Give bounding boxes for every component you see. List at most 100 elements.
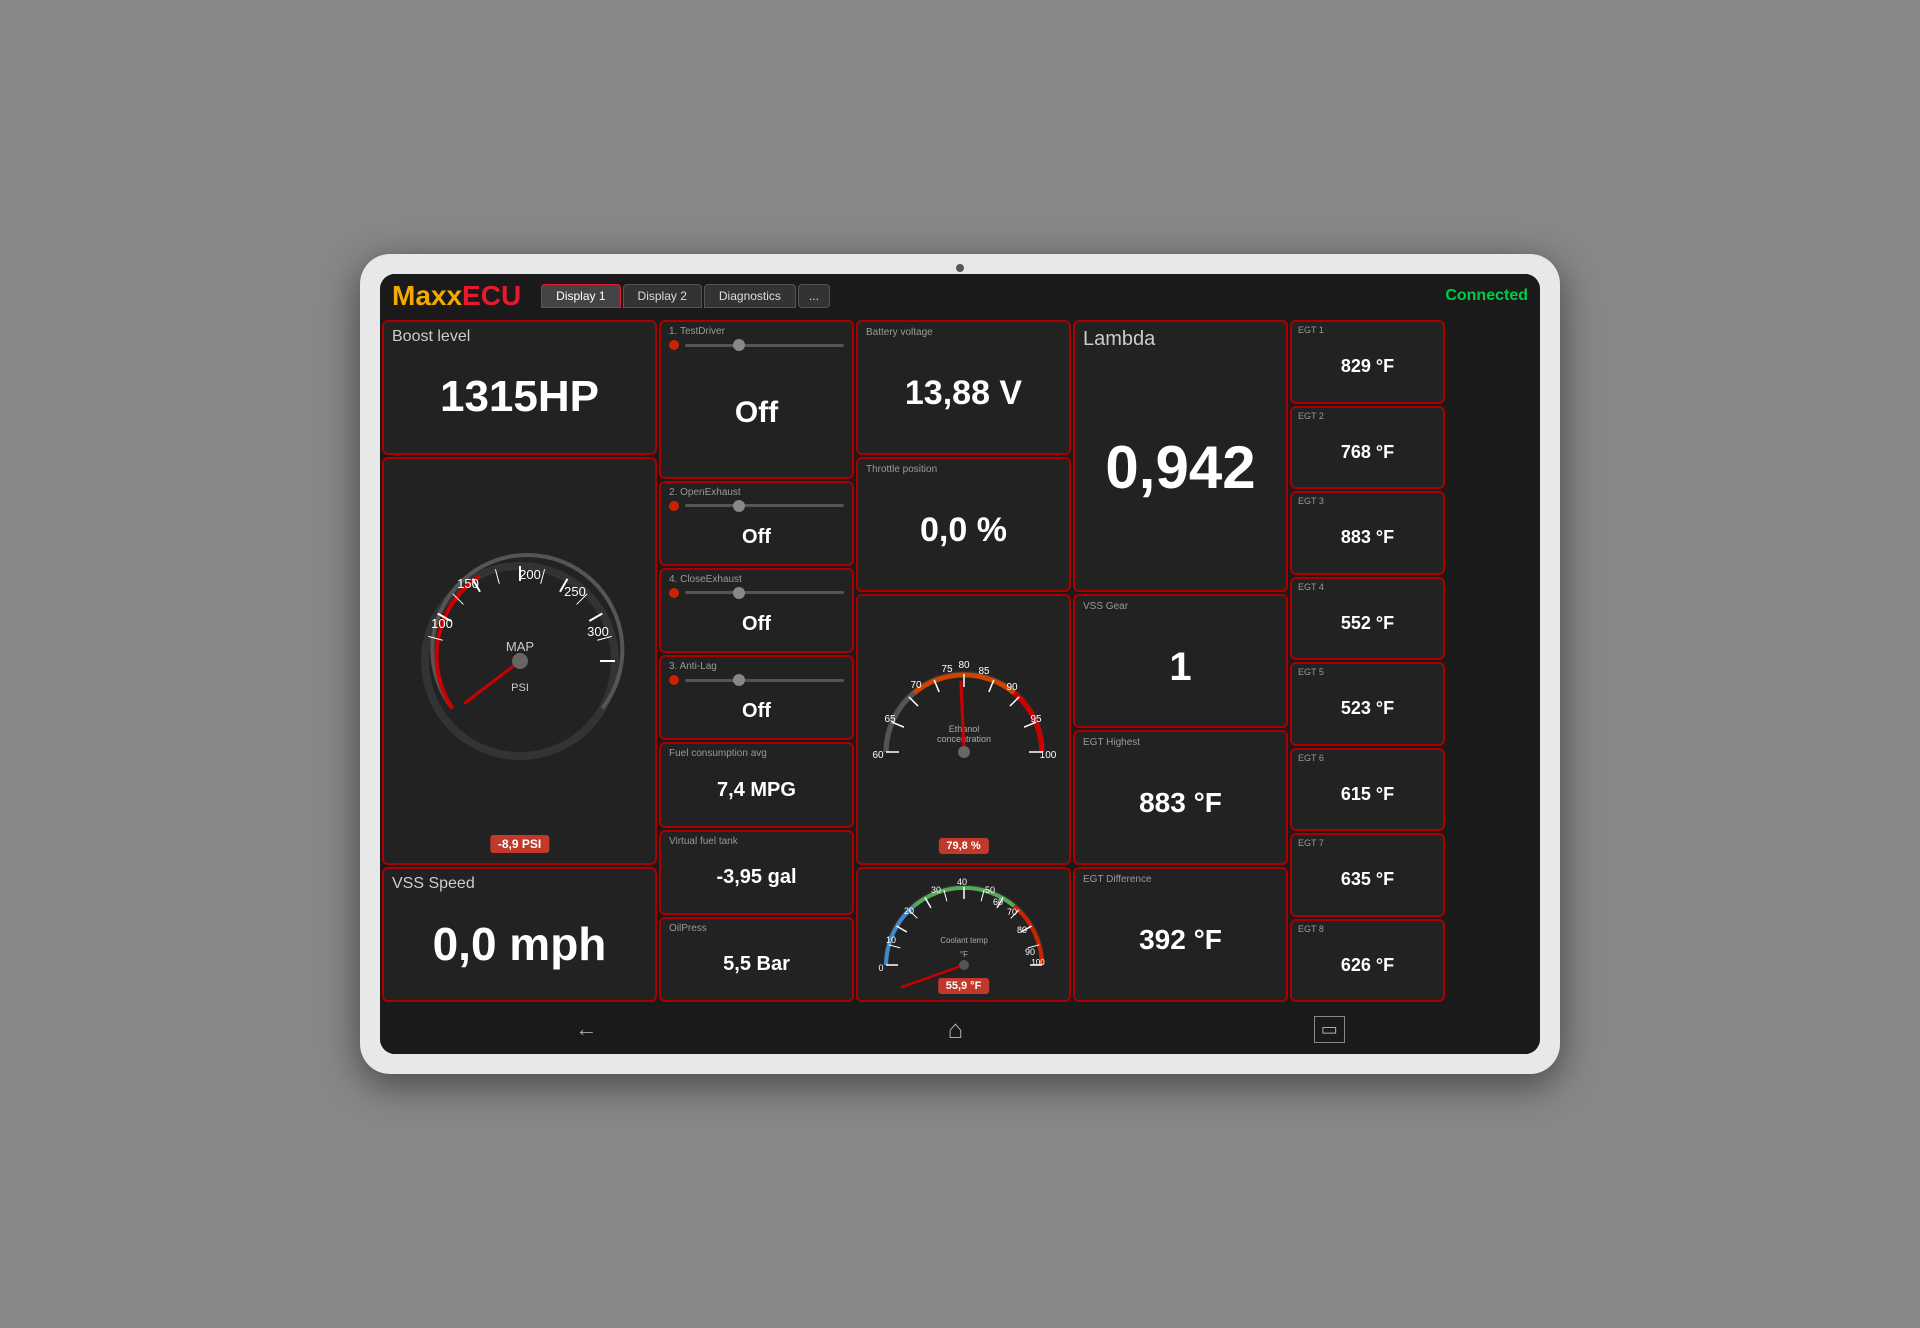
egt4-cell: EGT 4552 °F — [1290, 577, 1445, 661]
svg-text:20: 20 — [903, 906, 913, 916]
egt1-label: EGT 1 — [1298, 325, 1437, 335]
testdriver-dot — [669, 340, 679, 350]
egt6-label: EGT 6 — [1298, 753, 1437, 763]
tab-bar: Display 1 Display 2 Diagnostics ... — [541, 284, 1445, 308]
col2-container: 1. TestDriverOff2. OpenExhaustOff4. Clos… — [659, 320, 854, 1002]
svg-text:60: 60 — [992, 897, 1002, 907]
coolant-gauge-svg: 0 10 20 30 40 Coolant temp 50 60 70 80 9… — [869, 875, 1059, 995]
svg-text:100: 100 — [431, 616, 453, 631]
col5-container: EGT 1829 °FEGT 2768 °FEGT 3883 °FEGT 455… — [1290, 320, 1445, 1002]
close-exhaust-label: 4. CloseExhaust — [669, 574, 844, 585]
svg-text:Coolant temp: Coolant temp — [940, 936, 988, 945]
svg-text:90: 90 — [1006, 682, 1018, 693]
anti-lag-track — [685, 679, 844, 682]
vss-speed-label: VSS Speed — [392, 874, 647, 893]
egt7-cell: EGT 7635 °F — [1290, 833, 1445, 917]
tab-display2[interactable]: Display 2 — [623, 284, 702, 308]
svg-text:10: 10 — [885, 935, 895, 945]
logo-ecu: ECU — [462, 280, 521, 311]
lambda-corrb-value: 392 °F — [1083, 886, 1278, 995]
svg-text:30: 30 — [930, 885, 940, 895]
fuel-consumption-label: Fuel consumption avg — [669, 748, 844, 759]
svg-text:MAP: MAP — [505, 639, 533, 654]
ethanol-gauge-badge: 79,8 % — [938, 838, 988, 854]
virtual-fuel-tank-value: -3,95 gal — [669, 847, 844, 909]
close-exhaust-track — [685, 591, 844, 594]
egt8-label: EGT 8 — [1298, 924, 1437, 934]
svg-text:°F: °F — [959, 950, 967, 959]
svg-text:85: 85 — [978, 666, 990, 677]
battery-value: 13,88 V — [866, 339, 1061, 448]
lambda-cell: Lambda 0,942 — [1073, 320, 1288, 592]
svg-text:80: 80 — [1016, 925, 1026, 935]
home-button[interactable]: ⌂ — [948, 1014, 964, 1045]
recent-apps-button[interactable]: ▭ — [1314, 1016, 1345, 1043]
anti-lag-label: 3. Anti-Lag — [669, 661, 844, 672]
egt5-value: 523 °F — [1298, 677, 1437, 741]
close-exhaust-value: Off — [669, 602, 844, 647]
egt8-value: 626 °F — [1298, 934, 1437, 998]
svg-text:80: 80 — [958, 660, 970, 671]
map-gauge-cell: 50 100 150 200 250 300 MAP PSI — [382, 457, 657, 865]
fuel-consumption-value: 7,4 MPG — [669, 759, 844, 821]
anti-lag-switch — [669, 675, 844, 685]
top-bar: MaxxECU Display 1 Display 2 Diagnostics … — [380, 274, 1540, 318]
open-exhaust-track — [685, 504, 844, 507]
egt2-cell: EGT 2768 °F — [1290, 406, 1445, 490]
close-exhaust-switch — [669, 588, 844, 598]
egt4-value: 552 °F — [1298, 592, 1437, 656]
svg-text:PSI: PSI — [511, 682, 529, 694]
testdriver-cell: 1. TestDriver Off — [659, 320, 854, 479]
tablet-frame: MaxxECU Display 1 Display 2 Diagnostics … — [360, 254, 1560, 1074]
open-exhaust-dot — [669, 501, 679, 511]
anti-lag-value: Off — [669, 689, 844, 734]
oil-press-label: OilPress — [669, 923, 844, 934]
testdriver-label: 1. TestDriver — [669, 326, 844, 337]
egt7-value: 635 °F — [1298, 848, 1437, 912]
egt3-label: EGT 3 — [1298, 496, 1437, 506]
svg-text:90: 90 — [1024, 947, 1034, 957]
boost-cell: Boost level 1315HP — [382, 320, 657, 455]
camera — [956, 264, 964, 272]
egt4-label: EGT 4 — [1298, 582, 1437, 592]
egt5-label: EGT 5 — [1298, 667, 1437, 677]
close-exhaust-dot — [669, 588, 679, 598]
lambda-corra-cell: EGT Highest 883 °F — [1073, 730, 1288, 865]
svg-text:300: 300 — [587, 624, 609, 639]
egt2-value: 768 °F — [1298, 421, 1437, 485]
lambda-corrb-cell: EGT Difference 392 °F — [1073, 867, 1288, 1002]
tab-diagnostics[interactable]: Diagnostics — [704, 284, 796, 308]
ethanol-gauge-svg: 60 65 70 75 80 85 90 95 100 Ethanol conc… — [869, 647, 1059, 812]
svg-text:0: 0 — [878, 963, 883, 973]
virtual-fuel-tank-cell: Virtual fuel tank-3,95 gal — [659, 830, 854, 915]
open-exhaust-cell: 2. OpenExhaustOff — [659, 481, 854, 566]
open-exhaust-value: Off — [669, 515, 844, 560]
vss-speed-value: 0,0 mph — [392, 893, 647, 995]
svg-text:60: 60 — [872, 750, 884, 761]
throttle-label: Throttle position — [866, 464, 1061, 476]
tab-more[interactable]: ... — [798, 284, 830, 308]
egt6-value: 615 °F — [1298, 763, 1437, 827]
oil-press-cell: OilPress5,5 Bar — [659, 917, 854, 1002]
tab-display1[interactable]: Display 1 — [541, 284, 620, 308]
open-exhaust-switch — [669, 501, 844, 511]
oil-press-value: 5,5 Bar — [669, 934, 844, 996]
svg-text:100: 100 — [1039, 750, 1056, 761]
back-button[interactable]: ← — [575, 1016, 597, 1042]
screen: MaxxECU Display 1 Display 2 Diagnostics … — [380, 274, 1540, 1054]
testdriver-switch — [669, 340, 844, 350]
anti-lag-cell: 3. Anti-Lag Off — [659, 655, 854, 740]
svg-text:40: 40 — [956, 877, 966, 887]
svg-text:150: 150 — [457, 576, 479, 591]
egt1-value: 829 °F — [1298, 335, 1437, 399]
lambda-target-label: VSS Gear — [1083, 601, 1278, 613]
battery-label: Battery voltage — [866, 327, 1061, 339]
svg-text:100: 100 — [1031, 958, 1045, 967]
egt8-cell: EGT 8626 °F — [1290, 919, 1445, 1003]
egt7-label: EGT 7 — [1298, 838, 1437, 848]
dashboard: Boost level 1315HP — [380, 318, 1540, 1004]
lambda-corra-label: EGT Highest — [1083, 737, 1278, 749]
testdriver-value: Off — [669, 354, 844, 473]
logo-maxx: Maxx — [392, 280, 462, 311]
boost-value: 1315HP — [392, 346, 647, 448]
